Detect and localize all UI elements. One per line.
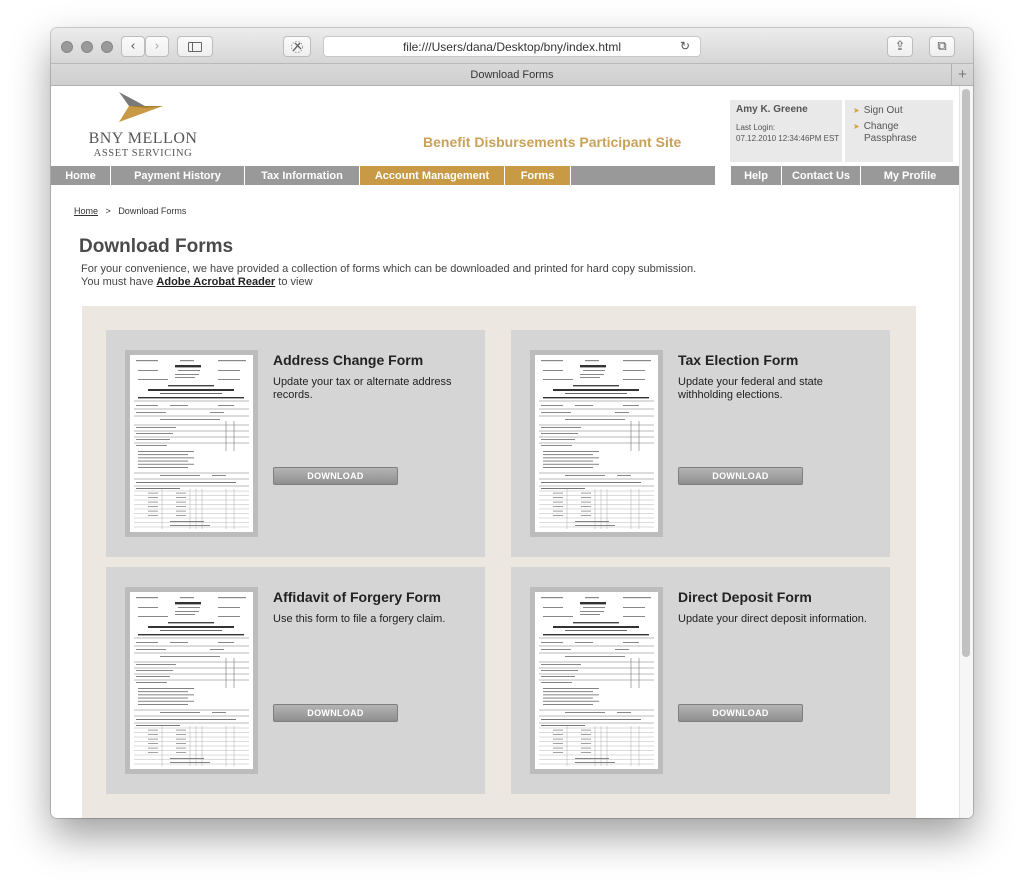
form-card-affidavit-of-forgery: Affidavit of Forgery Form Use this form … bbox=[106, 567, 485, 794]
nav-home[interactable]: Home bbox=[51, 166, 111, 185]
nav-help[interactable]: Help bbox=[730, 166, 781, 185]
sidebar-icon bbox=[188, 41, 202, 52]
user-info-panel: Amy K. Greene Last Login: 07.12.2010 12:… bbox=[730, 100, 842, 162]
zoom-window-icon[interactable] bbox=[101, 41, 113, 53]
intro-line-2-suffix: to view bbox=[275, 276, 313, 288]
nav-my-profile[interactable]: My Profile bbox=[860, 166, 959, 185]
sidebar-toggle-button[interactable] bbox=[177, 36, 213, 57]
intro-line-2-prefix: You must have bbox=[81, 276, 157, 288]
page-viewport: BNY MELLON ASSET SERVICING Benefit Disbu… bbox=[51, 86, 973, 818]
form-title: Address Change Form bbox=[273, 352, 424, 368]
intro-line-2: You must have Adobe Acrobat Reader to vi… bbox=[81, 276, 841, 289]
form-description: Update your federal and state withholdin… bbox=[678, 376, 823, 401]
minimize-window-icon[interactable] bbox=[81, 41, 93, 53]
change-passphrase-label-2[interactable]: Passphrase bbox=[864, 133, 917, 145]
sign-out-label: Sign Out bbox=[863, 105, 903, 116]
form-thumbnail[interactable] bbox=[530, 587, 663, 774]
form-card-direct-deposit: Direct Deposit Form Update your direct d… bbox=[511, 567, 890, 794]
form-description: Update your direct deposit information. bbox=[678, 613, 867, 625]
extension-icon bbox=[291, 40, 303, 53]
arrow-right-icon: ➤ bbox=[853, 106, 860, 115]
change-passphrase-label-1: Change bbox=[863, 121, 899, 132]
form-thumbnail[interactable] bbox=[125, 350, 258, 537]
nav-forms[interactable]: Forms bbox=[505, 166, 571, 185]
last-login-label: Last Login: bbox=[736, 123, 776, 132]
tab-download-forms[interactable]: Download Forms bbox=[470, 69, 553, 81]
download-button[interactable]: DOWNLOAD bbox=[273, 467, 398, 485]
new-tab-button[interactable]: + bbox=[951, 64, 973, 85]
document-icon bbox=[539, 597, 654, 766]
form-description: Update your tax or alternate address rec… bbox=[273, 376, 452, 401]
reload-icon[interactable]: ↻ bbox=[680, 39, 690, 53]
download-button[interactable]: DOWNLOAD bbox=[678, 467, 803, 485]
form-title: Affidavit of Forgery Form bbox=[273, 589, 442, 605]
nav-tax-information[interactable]: Tax Information bbox=[245, 166, 360, 185]
chevron-right-icon: › bbox=[154, 39, 160, 54]
last-login-value: 07.12.2010 12:34:46PM EST bbox=[736, 134, 840, 143]
browser-window: ‹ › file:///Users/dana/Desktop/bny/index… bbox=[51, 28, 973, 818]
intro-line-1: For your convenience, we have provided a… bbox=[81, 263, 697, 275]
logo-name: BNY MELLON bbox=[88, 130, 198, 147]
plus-icon: + bbox=[958, 66, 967, 83]
form-title: Tax Election Form bbox=[678, 352, 799, 368]
tabs-icon: ⧉ bbox=[937, 39, 947, 54]
logo-subtitle: ASSET SERVICING bbox=[93, 148, 193, 159]
back-button[interactable]: ‹ bbox=[121, 36, 145, 57]
nav-payment-history[interactable]: Payment History bbox=[111, 166, 245, 185]
scrollbar-thumb[interactable] bbox=[962, 89, 970, 657]
document-icon bbox=[134, 360, 249, 529]
breadcrumb-current: Download Forms bbox=[118, 206, 187, 216]
browser-toolbar: ‹ › file:///Users/dana/Desktop/bny/index… bbox=[51, 28, 973, 64]
form-thumbnail[interactable] bbox=[530, 350, 663, 537]
arrow-right-icon: ➤ bbox=[853, 122, 860, 131]
sign-out-link[interactable]: ➤ Sign Out bbox=[853, 105, 903, 117]
change-passphrase-link[interactable]: ➤ Change bbox=[853, 121, 899, 133]
user-name: Amy K. Greene bbox=[736, 104, 808, 115]
chevron-left-icon: ‹ bbox=[130, 39, 136, 54]
form-card-tax-election: Tax Election Form Update your federal an… bbox=[511, 330, 890, 557]
download-button[interactable]: DOWNLOAD bbox=[678, 704, 803, 722]
bny-mellon-logo-icon[interactable] bbox=[119, 92, 163, 122]
show-tabs-button[interactable]: ⧉ bbox=[929, 36, 955, 57]
share-icon: ⇪ bbox=[894, 39, 906, 54]
form-description: Use this form to file a forgery claim. bbox=[273, 613, 446, 625]
user-links-panel: ➤ Sign Out ➤ Change Passphrase bbox=[845, 100, 953, 162]
site-title: Benefit Disbursements Participant Site bbox=[423, 134, 682, 150]
nav-account-management[interactable]: Account Management bbox=[360, 166, 505, 185]
form-thumbnail[interactable] bbox=[125, 587, 258, 774]
breadcrumb: Home > Download Forms bbox=[74, 206, 186, 216]
address-bar[interactable]: file:///Users/dana/Desktop/bny/index.htm… bbox=[323, 36, 701, 57]
last-login: Last Login: 07.12.2010 12:34:46PM EST bbox=[736, 122, 839, 144]
breadcrumb-home-link[interactable]: Home bbox=[74, 206, 98, 216]
form-title: Direct Deposit Form bbox=[678, 589, 812, 605]
forms-grid: Address Change Form Update your tax or a… bbox=[82, 306, 916, 818]
extension-button[interactable] bbox=[283, 36, 311, 57]
breadcrumb-separator: > bbox=[105, 206, 111, 216]
download-button[interactable]: DOWNLOAD bbox=[273, 704, 398, 722]
page-title: Download Forms bbox=[79, 236, 234, 257]
tab-bar: Download Forms + bbox=[51, 64, 973, 86]
document-icon bbox=[539, 360, 654, 529]
forward-button[interactable]: › bbox=[145, 36, 169, 57]
form-card-address-change: Address Change Form Update your tax or a… bbox=[106, 330, 485, 557]
url-text: file:///Users/dana/Desktop/bny/index.htm… bbox=[402, 39, 622, 54]
acrobat-reader-link[interactable]: Adobe Acrobat Reader bbox=[156, 276, 275, 288]
share-button[interactable]: ⇪ bbox=[887, 36, 913, 57]
close-window-icon[interactable] bbox=[61, 41, 73, 53]
document-icon bbox=[134, 597, 249, 766]
vertical-scrollbar[interactable] bbox=[959, 86, 973, 818]
nav-contact-us[interactable]: Contact Us bbox=[781, 166, 860, 185]
intro-text: For your convenience, we have provided a… bbox=[81, 263, 841, 289]
